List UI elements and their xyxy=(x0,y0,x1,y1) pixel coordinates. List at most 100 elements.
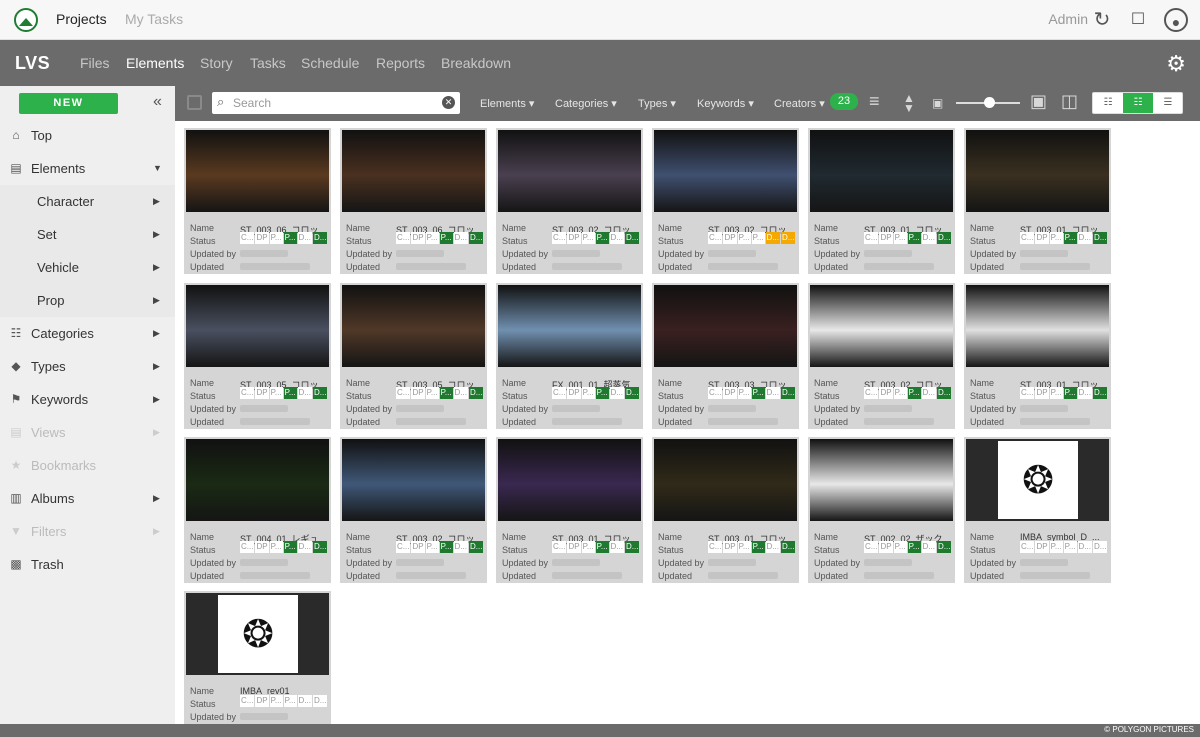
inbox-icon[interactable]: ☐ xyxy=(1126,8,1150,32)
projects-link[interactable]: Projects xyxy=(56,11,107,27)
filter-elements-dropdown[interactable]: Elements ▾ xyxy=(480,97,534,110)
search-input[interactable]: ⌕ Search ✕ xyxy=(212,92,460,114)
element-card[interactable]: Name Status Updated by Updated ST_003_06_コロッ… xyxy=(184,128,331,274)
element-card[interactable]: Name Status Updated by Updated ST_003_01_コロッ… xyxy=(964,283,1111,429)
sidebar-item-albums[interactable]: ▥ Albums ▶ xyxy=(0,482,175,515)
nav-story[interactable]: Story xyxy=(200,55,233,71)
caret-down-icon[interactable]: ▼ xyxy=(153,152,162,185)
sidebar-item-vehicle[interactable]: Vehicle ▶ xyxy=(0,251,175,284)
element-thumbnail[interactable] xyxy=(498,285,641,367)
sidebar-item-character[interactable]: Character ▶ xyxy=(0,185,175,218)
list-view-icon[interactable]: ☰ xyxy=(1153,93,1183,113)
save-icon[interactable] xyxy=(187,95,202,110)
element-card[interactable]: Name Status Updated by Updated ST_003_05_コロッ… xyxy=(184,283,331,429)
sidebar-item-top[interactable]: ⌂ Top xyxy=(0,119,175,152)
element-thumbnail[interactable] xyxy=(186,439,329,521)
grid-large-view-icon[interactable]: ☷ xyxy=(1123,93,1153,113)
element-card[interactable]: Name Status Updated by Updated ST_003_03_コロッ… xyxy=(652,283,799,429)
element-thumbnail[interactable]: ❂ xyxy=(186,593,329,675)
element-thumbnail[interactable] xyxy=(342,130,485,212)
caret-right-icon[interactable]: ▶ xyxy=(153,317,160,350)
caret-right-icon[interactable]: ▶ xyxy=(153,284,160,317)
element-card[interactable]: Name Status Updated by Updated ST_003_02_コロッ… xyxy=(808,283,955,429)
nav-elements[interactable]: Elements xyxy=(126,55,184,71)
filter-keywords-dropdown[interactable]: Keywords ▾ xyxy=(697,97,754,110)
list-density-icon[interactable]: ≡ xyxy=(869,91,880,112)
sidebar-item-filters[interactable]: ▼ Filters ▶ xyxy=(0,515,175,548)
status-chip: P... xyxy=(1063,232,1077,244)
my-tasks-link[interactable]: My Tasks xyxy=(125,11,183,27)
sidebar-item-prop[interactable]: Prop ▶ xyxy=(0,284,175,317)
element-card[interactable]: Name Status Updated by Updated ST_003_01_コロッ… xyxy=(964,128,1111,274)
caret-right-icon[interactable]: ▶ xyxy=(153,515,160,548)
element-card[interactable]: Name Status Updated by Updated ST_003_06_コロッ… xyxy=(340,128,487,274)
grid-small-view-icon[interactable]: ☷ xyxy=(1093,93,1123,113)
element-thumbnail[interactable] xyxy=(186,130,329,212)
sidebar-item-elements[interactable]: ▤ Elements ▼ xyxy=(0,152,175,185)
sort-order-icon[interactable]: ▲ ▼ xyxy=(903,92,915,114)
element-card[interactable]: Name Status Updated by Updated ST_002_02_ザック… xyxy=(808,437,955,583)
caret-right-icon[interactable]: ▶ xyxy=(153,185,160,218)
nav-breakdown[interactable]: Breakdown xyxy=(441,55,511,71)
element-thumbnail[interactable] xyxy=(810,285,953,367)
status-chip: C... xyxy=(552,387,567,399)
element-card[interactable]: Name Status Updated by Updated ST_003_05_コロッ… xyxy=(340,283,487,429)
element-thumbnail[interactable] xyxy=(966,130,1109,212)
filter-creators-dropdown[interactable]: Creators ▾ xyxy=(774,97,825,110)
element-card[interactable]: Name Status Updated by Updated FX_001_01_超蒸気… xyxy=(496,283,643,429)
caret-right-icon[interactable]: ▶ xyxy=(153,350,160,383)
element-card[interactable]: Name Status Updated by Updated ST_003_02_コロッ… xyxy=(496,128,643,274)
collapse-sidebar-icon[interactable]: « xyxy=(153,93,162,111)
element-thumbnail[interactable] xyxy=(342,439,485,521)
nav-schedule[interactable]: Schedule xyxy=(301,55,359,71)
sidebar-item-categories[interactable]: ☷ Categories ▶ xyxy=(0,317,175,350)
account-avatar-icon[interactable]: ● xyxy=(1164,8,1188,32)
new-button[interactable]: NEW xyxy=(19,93,118,114)
element-card[interactable]: Name Status Updated by Updated ST_003_01_コロッ… xyxy=(808,128,955,274)
caret-right-icon[interactable]: ▶ xyxy=(153,482,160,515)
filter-types-dropdown[interactable]: Types ▾ xyxy=(638,97,676,110)
refresh-icon[interactable]: ↻ xyxy=(1090,8,1114,32)
nav-tasks[interactable]: Tasks xyxy=(250,55,286,71)
element-thumbnail[interactable] xyxy=(966,285,1109,367)
settings-gear-icon[interactable]: ⚙ xyxy=(1166,51,1186,77)
admin-user-link[interactable]: Admin xyxy=(1048,11,1088,27)
caret-right-icon[interactable]: ▶ xyxy=(153,383,160,416)
sidebar-item-trash[interactable]: ▩ Trash xyxy=(0,548,175,581)
caret-right-icon[interactable]: ▶ xyxy=(153,251,160,284)
element-card[interactable]: Name Status Updated by Updated ST_003_02_コロッ… xyxy=(652,128,799,274)
status-chip: DP xyxy=(255,541,269,553)
sidebar-item-keywords[interactable]: ⚑ Keywords ▶ xyxy=(0,383,175,416)
element-card[interactable]: ❂ Name Status Updated by Updated IMBA_symbol_… xyxy=(964,437,1111,583)
slider-handle[interactable] xyxy=(984,97,995,108)
sidebar-item-views[interactable]: ▤ Views ▶ xyxy=(0,416,175,449)
element-thumbnail[interactable] xyxy=(810,439,953,521)
filter-label: Types xyxy=(638,98,668,110)
element-card[interactable]: Name Status Updated by Updated ST_003_01_コロッ… xyxy=(652,437,799,583)
sidebar-item-bookmarks[interactable]: ★ Bookmarks xyxy=(0,449,175,482)
sidebar-item-types[interactable]: ◆ Types ▶ xyxy=(0,350,175,383)
app-logo-icon[interactable] xyxy=(14,8,38,32)
split-view-icon[interactable]: ◫ xyxy=(1061,91,1078,112)
element-card[interactable]: Name Status Updated by Updated ST_004_01_レギュ… xyxy=(184,437,331,583)
nav-reports[interactable]: Reports xyxy=(376,55,425,71)
element-thumbnail[interactable] xyxy=(654,130,797,212)
caret-right-icon[interactable]: ▶ xyxy=(153,416,160,449)
element-thumbnail[interactable] xyxy=(810,130,953,212)
sidebar-item-label: Keywords xyxy=(31,392,89,407)
element-thumbnail[interactable] xyxy=(654,285,797,367)
filter-categories-dropdown[interactable]: Categories ▾ xyxy=(555,97,617,110)
clear-search-icon[interactable]: ✕ xyxy=(442,96,455,109)
element-card[interactable]: Name Status Updated by Updated ST_003_02_コロッ… xyxy=(340,437,487,583)
element-thumbnail[interactable] xyxy=(498,439,641,521)
element-card[interactable]: Name Status Updated by Updated ST_003_01_コロッ… xyxy=(496,437,643,583)
element-thumbnail[interactable] xyxy=(342,285,485,367)
element-thumbnail[interactable] xyxy=(186,285,329,367)
element-thumbnail[interactable]: ❂ xyxy=(966,439,1109,521)
element-thumbnail[interactable] xyxy=(654,439,797,521)
element-thumbnail[interactable] xyxy=(498,130,641,212)
sidebar-item-set[interactable]: Set ▶ xyxy=(0,218,175,251)
element-card[interactable]: ❂NameStatusUpdated byUpdatedIMBA_rev01C.… xyxy=(184,591,331,724)
nav-files[interactable]: Files xyxy=(80,55,110,71)
caret-right-icon[interactable]: ▶ xyxy=(153,218,160,251)
